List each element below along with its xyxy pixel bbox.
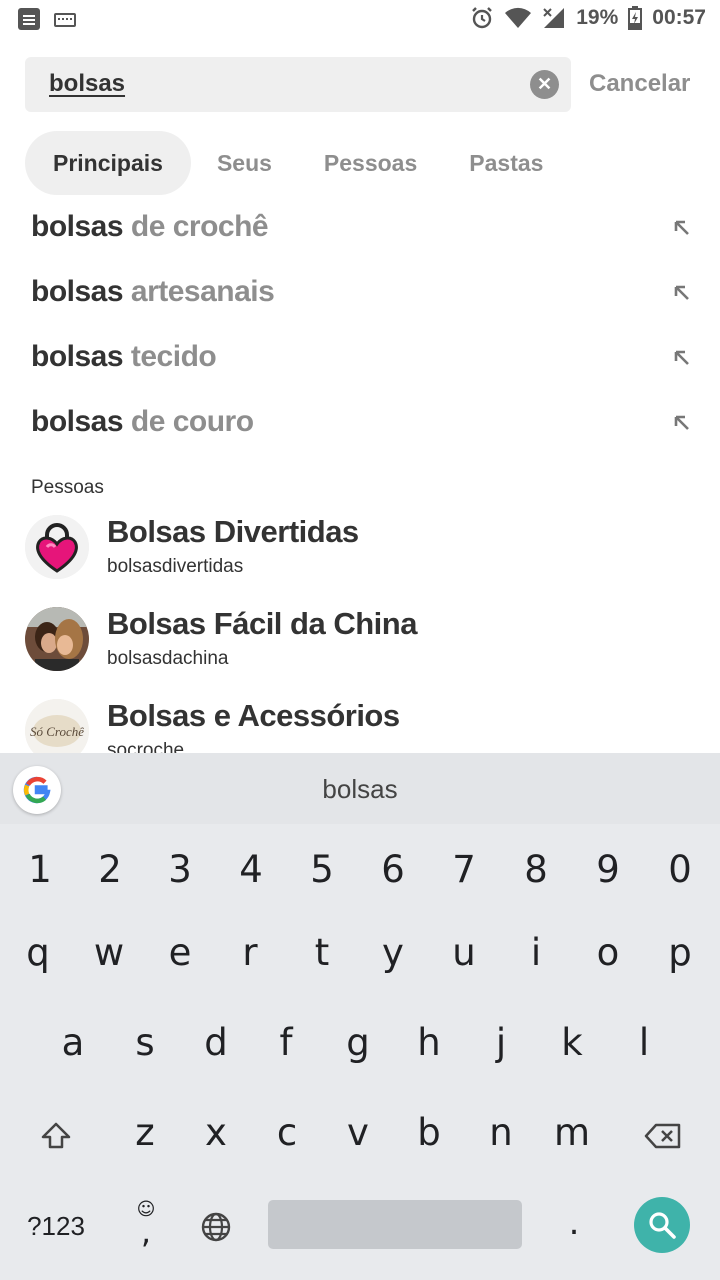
key[interactable]: b [399,1111,459,1154]
avatar [25,607,89,671]
battery-percent: 19% [576,6,619,29]
key[interactable]: c [257,1111,317,1154]
key[interactable]: d [186,1021,246,1064]
key[interactable]: e [150,931,210,974]
people-list: Bolsas Divertidas bolsasdivertidas Bolsa… [0,508,720,784]
backspace-icon[interactable] [644,1123,682,1149]
search-icon [649,1212,676,1239]
key[interactable]: 3 [150,848,210,891]
number-row: 1 2 3 4 5 6 7 8 9 0 [0,848,720,928]
fill-query-arrow-icon[interactable] [672,413,692,433]
soft-keyboard: bolsas 1 2 3 4 5 6 7 8 9 0 q w e r t y u… [0,753,720,1280]
wifi-icon [505,7,532,28]
alarm-icon [472,7,493,29]
search-key[interactable] [634,1197,690,1253]
key[interactable]: g [328,1021,388,1064]
clock: 00:57 [652,6,706,29]
filter-tabs: Principais Seus Pessoas Pastas [25,131,569,195]
battery-charging-icon [628,6,643,30]
symbols-key[interactable]: ?123 [20,1211,92,1242]
key[interactable]: l [614,1021,674,1064]
key[interactable]: o [578,931,638,974]
letter-row-3: z x c v b n m [0,1111,720,1191]
key[interactable]: 4 [221,848,281,891]
key[interactable]: k [542,1021,602,1064]
key[interactable]: p [650,931,710,974]
key[interactable]: h [399,1021,459,1064]
fill-query-arrow-icon[interactable] [672,348,692,368]
suggestion-item[interactable]: bolsas tecido [0,326,720,391]
key[interactable]: w [79,931,139,974]
key[interactable]: 9 [578,848,638,891]
suggestion-item[interactable]: bolsas de crochê [0,196,720,261]
key[interactable]: t [292,931,352,974]
person-name: Bolsas Fácil da China [107,606,417,641]
comma-key[interactable]: , [116,1213,176,1251]
people-section-label: Pessoas [31,477,104,498]
key[interactable]: 2 [80,848,140,891]
person-name: Bolsas e Acessórios [107,698,400,733]
key[interactable]: 7 [434,848,494,891]
globe-icon[interactable] [200,1211,232,1243]
status-bar: 19% 00:57 [0,0,720,40]
letter-row-1: q w e r t y u i o p [0,931,720,1011]
notification-icon [18,8,40,30]
key[interactable]: v [328,1111,388,1154]
search-input[interactable]: bolsas ✕ [25,57,571,112]
key[interactable]: 6 [363,848,423,891]
key[interactable]: z [115,1111,175,1154]
period-key[interactable]: . [544,1203,604,1243]
key[interactable]: f [256,1021,316,1064]
person-item[interactable]: Bolsas Divertidas bolsasdivertidas [0,508,720,600]
tab-principais[interactable]: Principais [25,131,191,195]
person-handle: bolsasdivertidas [107,556,244,577]
suggestion-strip: bolsas [0,753,720,824]
key[interactable]: m [542,1111,602,1154]
key[interactable]: q [8,931,68,974]
profile-photo [25,607,89,671]
person-item[interactable]: Bolsas Fácil da China bolsasdachina [0,600,720,692]
fill-query-arrow-icon[interactable] [672,283,692,303]
person-name: Bolsas Divertidas [107,514,359,549]
space-bar[interactable] [268,1200,522,1249]
key[interactable]: 1 [10,848,70,891]
key[interactable]: u [434,931,494,974]
word-suggestion[interactable]: bolsas [0,774,720,805]
fill-query-arrow-icon[interactable] [672,218,692,238]
key[interactable]: a [43,1021,103,1064]
key[interactable]: y [363,931,423,974]
key[interactable]: r [220,931,280,974]
tab-pastas[interactable]: Pastas [443,131,569,195]
key[interactable]: 8 [506,848,566,891]
heart-bag-icon [25,515,89,579]
suggestion-item[interactable]: bolsas artesanais [0,261,720,326]
key[interactable]: 5 [292,848,352,891]
suggestion-item[interactable]: bolsas de couro [0,391,720,456]
avatar [25,515,89,579]
search-query[interactable]: bolsas [49,70,125,98]
svg-text:Só Crochê: Só Crochê [30,724,84,739]
shift-icon[interactable] [40,1121,72,1151]
person-handle: bolsasdachina [107,648,229,669]
key[interactable]: x [186,1111,246,1154]
cancel-button[interactable]: Cancelar [589,70,690,98]
tab-pessoas[interactable]: Pessoas [298,131,443,195]
tab-seus[interactable]: Seus [191,131,298,195]
key[interactable]: i [506,931,566,974]
signal-icon [543,8,565,28]
key[interactable]: 0 [650,848,710,891]
key[interactable]: s [115,1021,175,1064]
search-suggestions: bolsas de crochê bolsas artesanais bolsa… [0,196,720,456]
key[interactable]: n [471,1111,531,1154]
keyboard-notification-icon [54,13,76,27]
clear-search-icon[interactable]: ✕ [530,70,559,99]
letter-row-2: a s d f g h j k l [0,1021,720,1101]
key[interactable]: j [471,1021,531,1064]
